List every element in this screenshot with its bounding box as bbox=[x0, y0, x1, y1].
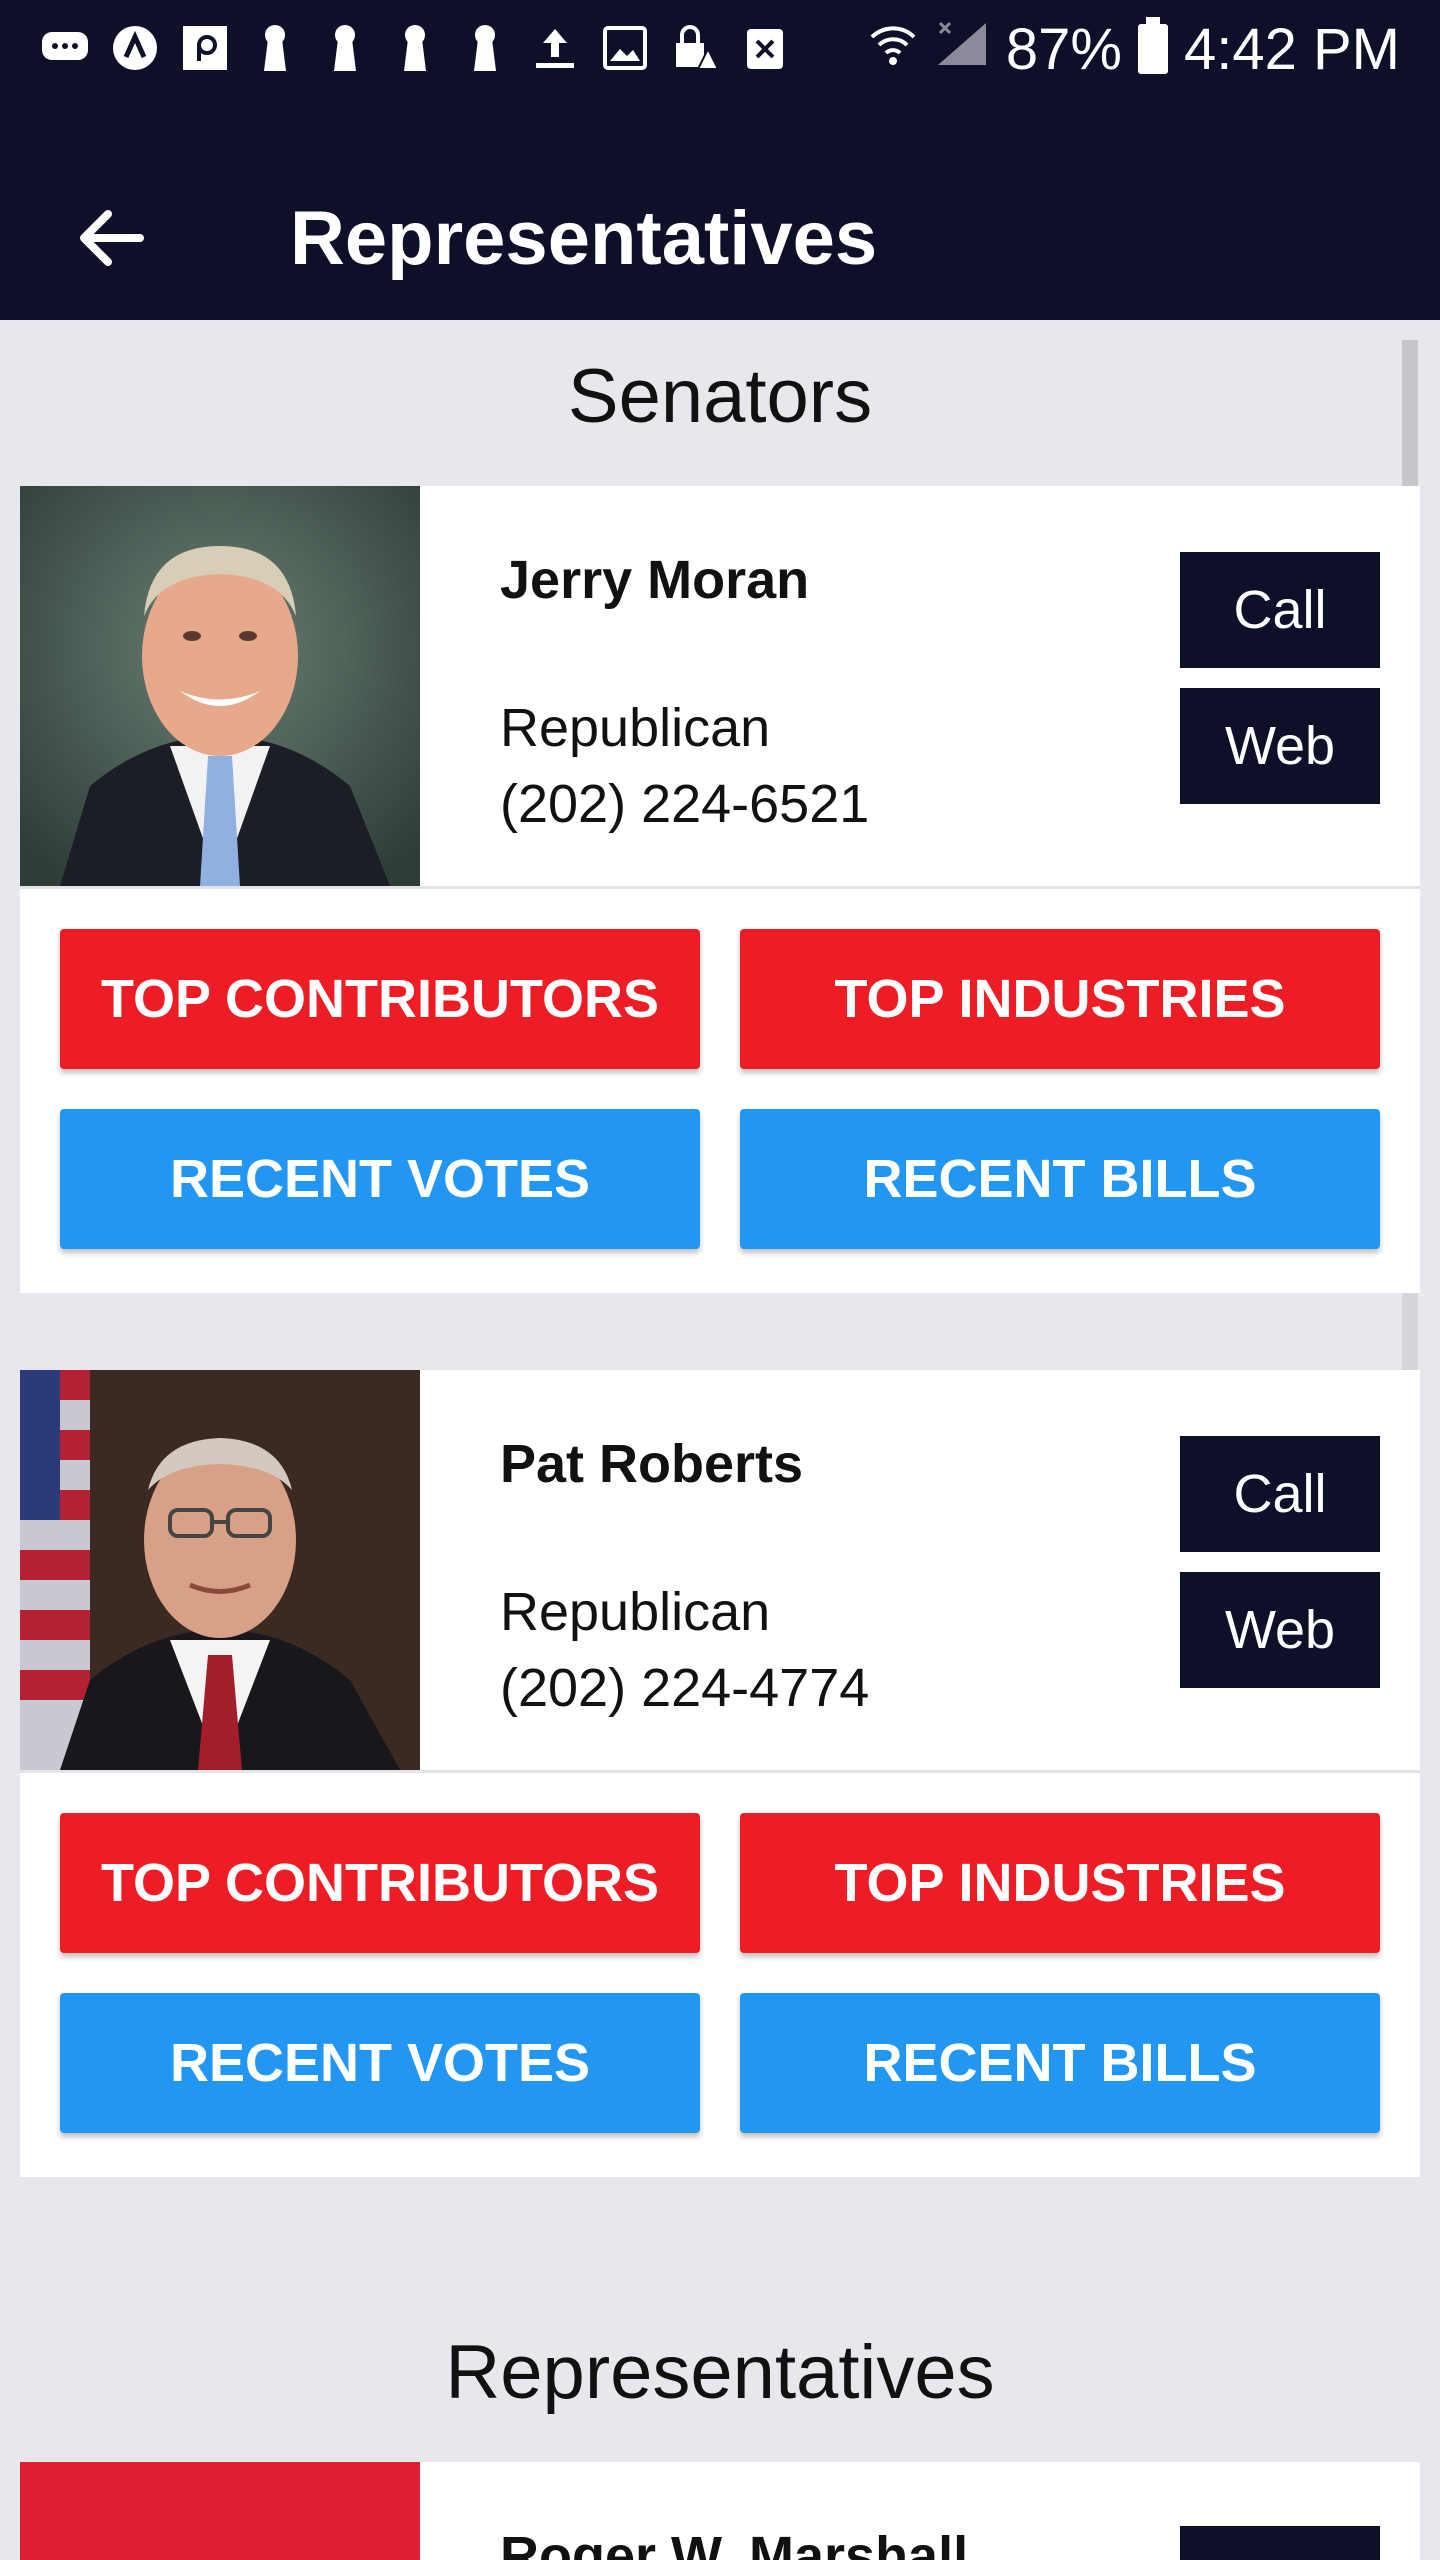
arrow-back-icon bbox=[80, 210, 144, 266]
recent-bills-button[interactable]: RECENT BILLS bbox=[740, 1993, 1380, 2133]
call-button[interactable]: Call bbox=[1180, 1436, 1380, 1552]
senator-phone: (202) 224-6521 bbox=[500, 774, 870, 834]
messages-icon bbox=[40, 23, 90, 73]
back-button[interactable] bbox=[70, 196, 154, 280]
battery-icon bbox=[1138, 17, 1168, 74]
system-status: 87% 4:42 PM bbox=[868, 14, 1400, 84]
representative-card: Roger W. Marshall bbox=[20, 2462, 1420, 2560]
keyhole-icon bbox=[460, 23, 510, 73]
representative-photo bbox=[20, 2462, 420, 2560]
recent-votes-button[interactable]: RECENT VOTES bbox=[60, 1993, 700, 2133]
app-bar: Representatives bbox=[0, 96, 1440, 320]
senators-section-title: Senators bbox=[567, 354, 873, 439]
senator-phone: (202) 224-4774 bbox=[500, 1658, 870, 1718]
recent-bills-button[interactable]: RECENT BILLS bbox=[740, 1109, 1380, 1249]
senator-party: Republican bbox=[500, 1582, 771, 1642]
senator-card: Pat Roberts Republican (202) 224-4774 Ca… bbox=[20, 1370, 1420, 2177]
top-contributors-button[interactable]: TOP CONTRIBUTORS bbox=[60, 1813, 700, 1953]
web-button[interactable]: Web bbox=[1180, 1572, 1380, 1688]
representative-name: Roger W. Marshall bbox=[500, 2526, 969, 2560]
keyhole-icon bbox=[320, 23, 370, 73]
app-icon bbox=[180, 23, 230, 73]
call-button[interactable]: Call bbox=[1180, 552, 1380, 668]
close-box-icon bbox=[740, 23, 790, 73]
senator-party: Republican bbox=[500, 698, 771, 758]
call-button[interactable] bbox=[1180, 2526, 1380, 2560]
top-industries-button[interactable]: TOP INDUSTRIES bbox=[740, 929, 1380, 1069]
keyhole-icon bbox=[250, 23, 300, 73]
representatives-section-title: Representatives bbox=[445, 2330, 995, 2415]
wifi-icon bbox=[868, 16, 918, 83]
top-industries-button[interactable]: TOP INDUSTRIES bbox=[740, 1813, 1380, 1953]
no-signal-icon bbox=[934, 16, 990, 83]
senator-photo bbox=[20, 1370, 420, 1770]
senator-card: Jerry Moran Republican (202) 224-6521 Ca… bbox=[20, 486, 1420, 1293]
notification-icons bbox=[40, 20, 790, 76]
web-button[interactable]: Web bbox=[1180, 688, 1380, 804]
senator-name: Pat Roberts bbox=[500, 1434, 804, 1494]
senator-actions: TOP CONTRIBUTORS TOP INDUSTRIES RECENT V… bbox=[20, 889, 1420, 1293]
senator-name: Jerry Moran bbox=[500, 550, 810, 610]
upload-icon bbox=[530, 23, 580, 73]
senator-actions: TOP CONTRIBUTORS TOP INDUSTRIES RECENT V… bbox=[20, 1773, 1420, 2177]
senator-card-header: Jerry Moran Republican (202) 224-6521 Ca… bbox=[20, 486, 1420, 889]
page-title: Representatives bbox=[290, 196, 878, 281]
image-icon bbox=[600, 23, 650, 73]
clock: 4:42 PM bbox=[1184, 16, 1400, 82]
keyhole-icon bbox=[390, 23, 440, 73]
senator-card-header: Pat Roberts Republican (202) 224-4774 Ca… bbox=[20, 1370, 1420, 1773]
senator-photo bbox=[20, 486, 420, 886]
battery-percent: 87% bbox=[1005, 16, 1122, 82]
notification-icon bbox=[110, 23, 160, 73]
top-contributors-button[interactable]: TOP CONTRIBUTORS bbox=[60, 929, 700, 1069]
status-bar: 87% 4:42 PM bbox=[0, 0, 1440, 96]
recent-votes-button[interactable]: RECENT VOTES bbox=[60, 1109, 700, 1249]
vpn-lock-icon bbox=[670, 23, 720, 73]
